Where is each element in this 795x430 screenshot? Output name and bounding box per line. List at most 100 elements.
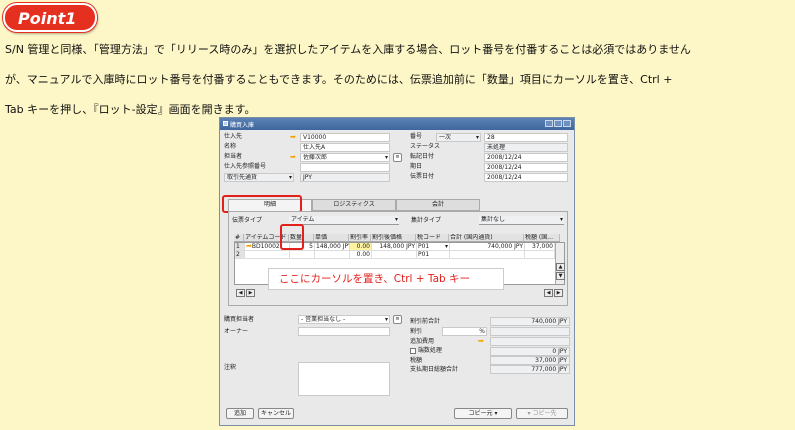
rounding-label: 端数処理 [417,347,442,354]
discount-percent-field[interactable]: % [442,327,487,336]
cancel-button[interactable]: キャンセル [258,408,294,419]
doc-date-label: 伝票日付 [410,173,435,180]
series-select[interactable]: 一次 ▾ [436,133,481,142]
vendor-link-arrow-icon[interactable]: ➡ [290,133,296,141]
tab-accounting[interactable]: 会計 [396,199,480,211]
total-due-field: 777,000 JPY [490,365,570,374]
doc-number-field[interactable]: 28 [484,133,568,142]
row-2-discount[interactable]: 0.00 [350,251,372,259]
tax-field: 37,000 JPY [490,356,570,365]
summary-type-value: 集計なし [481,216,506,223]
row-2-unit-price[interactable] [315,251,350,259]
add-button[interactable]: 追加 [226,408,254,419]
remarks-field[interactable] [298,362,390,396]
vendor-ref-field[interactable] [300,163,390,172]
row-2-index[interactable]: 2 [235,251,245,259]
owner-field[interactable] [298,327,390,336]
row-1-price-after-discount[interactable]: 148,000 JPY [372,243,417,251]
rounding-field: 0 JPY [490,347,570,356]
scroll-down-icon[interactable]: ▼ [556,272,565,280]
scroll-left-icon[interactable]: ◀ [236,289,245,297]
grid-vertical-scrollbar[interactable]: ▲ ▼ [555,243,565,284]
row-2-price-after-discount[interactable] [372,251,417,259]
row-1-index[interactable]: 1 [235,243,245,251]
paragraph-2: が、マニュアルで入庫時にロット番号を付番することもできます。そのためには、伝票追… [5,73,673,86]
item-type-value: アイテム [291,216,315,223]
currency-field[interactable]: JPY [300,173,390,182]
row-1-item-code-value: BD10002 [251,243,280,250]
details-panel: 伝票タイプ アイテム ▾ 集計タイプ 集計なし ▾ # アイテムコード 数量 単価 … [228,211,568,306]
vendor-ref-label: 仕入先参照番号 [224,163,267,170]
item-type-label: 伝票タイプ [232,217,263,224]
purchase-receipt-window: 購買入庫 仕入先 ➡ V10000 名称 仕入先A 担当者 ➡ 佐藤次郎 ▾ ≡ … [219,117,575,426]
contact-label: 担当者 [224,153,243,160]
freight-link-arrow-icon[interactable]: ➡ [478,337,484,345]
contact-link-arrow-icon[interactable]: ➡ [290,153,296,161]
rounding-checkbox[interactable] [410,347,416,354]
vendor-label: 仕入先 [224,133,243,140]
col-header-unit-price[interactable]: 単価 [314,234,349,242]
vendor-field[interactable]: V10000 [300,133,390,142]
item-type-select[interactable]: アイテム ▾ [289,216,399,225]
status-label: ステータス [410,143,441,150]
paragraph-3: Tab キーを押し、『ロット-設定』画面を開きます。 [5,103,256,116]
col-header-index[interactable]: # [234,234,244,242]
chevron-down-icon[interactable]: ▾ [476,134,479,141]
col-header-discount[interactable]: 割引率 [349,234,371,242]
contact-field[interactable]: 佐藤次郎 ▾ [300,153,390,162]
col-header-tax-amount[interactable]: 税額 (国... [524,234,560,242]
row-1-tax-amount[interactable]: 37,000 [525,243,555,251]
paragraph-1: S/N 管理と同様、「管理方法」で「リリース時のみ」を選択したアイテムを入庫する… [5,43,691,56]
row-2-quantity[interactable] [290,251,315,259]
minimize-button[interactable] [545,120,553,127]
col-header-price-after-discount[interactable]: 割引後価格 [371,234,416,242]
point-badge: Point1 [3,3,97,32]
chevron-down-icon[interactable]: ▾ [385,154,388,161]
maximize-button[interactable] [554,120,562,127]
chevron-down-icon[interactable]: ▾ [445,243,448,250]
doc-date-field[interactable]: 2008/12/24 [484,173,568,182]
row-1-discount[interactable]: 0.00 [350,243,372,251]
posting-date-field[interactable]: 2008/12/24 [484,153,568,162]
row-1-total-local[interactable]: 740,000 JPY [450,243,525,251]
col-header-tax-code[interactable]: 税コード [416,234,449,242]
row-1-tax-code[interactable]: P01 ▾ [417,243,450,251]
subtotal-field: 740,000 JPY [490,317,570,326]
rounding-row: 端数処理 [410,347,442,355]
row-2-item-code[interactable] [245,251,290,259]
contact-value: 佐藤次郎 [303,154,328,161]
due-date-field[interactable]: 2008/12/24 [484,163,568,172]
tab-logistics[interactable]: ロジスティクス [312,199,396,211]
chevron-down-icon[interactable]: ▾ [395,216,398,223]
scroll-right-icon[interactable]: ▶ [246,289,255,297]
chevron-down-icon[interactable]: ▾ [289,174,292,181]
buyer-detail-icon[interactable]: ≡ [393,315,402,324]
row-1-unit-price[interactable]: 148,000 JPY [315,243,350,251]
row-1-tax-code-value: P01 [418,243,430,250]
currency-type-select[interactable]: 取引先通貨 ▾ [224,173,294,182]
buyer-select[interactable]: - 営業担当なし - ▾ [298,315,390,324]
chevron-down-icon[interactable]: ▾ [560,216,563,223]
summary-type-label: 集計タイプ [411,217,442,224]
close-button[interactable] [563,120,571,127]
summary-type-select[interactable]: 集計なし ▾ [479,216,564,225]
col-header-total-local[interactable]: 合計 (国内通貨) [449,234,524,242]
copy-to-button[interactable]: ▾ コピー先 [516,408,568,419]
scroll-right-icon[interactable]: ▶ [554,289,563,297]
buyer-value: - 営業担当なし - [301,316,346,323]
name-label: 名称 [224,143,237,150]
scroll-left-icon[interactable]: ◀ [544,289,553,297]
chevron-down-icon[interactable]: ▾ [494,410,497,417]
scroll-up-icon[interactable]: ▲ [556,263,565,271]
row-2-tax-amount[interactable] [525,251,555,259]
contact-detail-icon[interactable]: ≡ [393,153,402,162]
copy-from-label: コピー元 [468,410,493,417]
annotation-callout: ここにカーソルを置き、Ctrl + Tab キー [268,268,504,290]
name-field[interactable]: 仕入先A [300,143,390,152]
copy-from-button[interactable]: コピー元 ▾ [454,408,512,419]
title-bar: 購買入庫 [220,118,574,130]
due-date-label: 期日 [410,163,423,170]
row-2-tax-code[interactable]: P01 [417,251,450,259]
row-2-total-local[interactable] [450,251,525,259]
chevron-down-icon[interactable]: ▾ [385,316,388,323]
